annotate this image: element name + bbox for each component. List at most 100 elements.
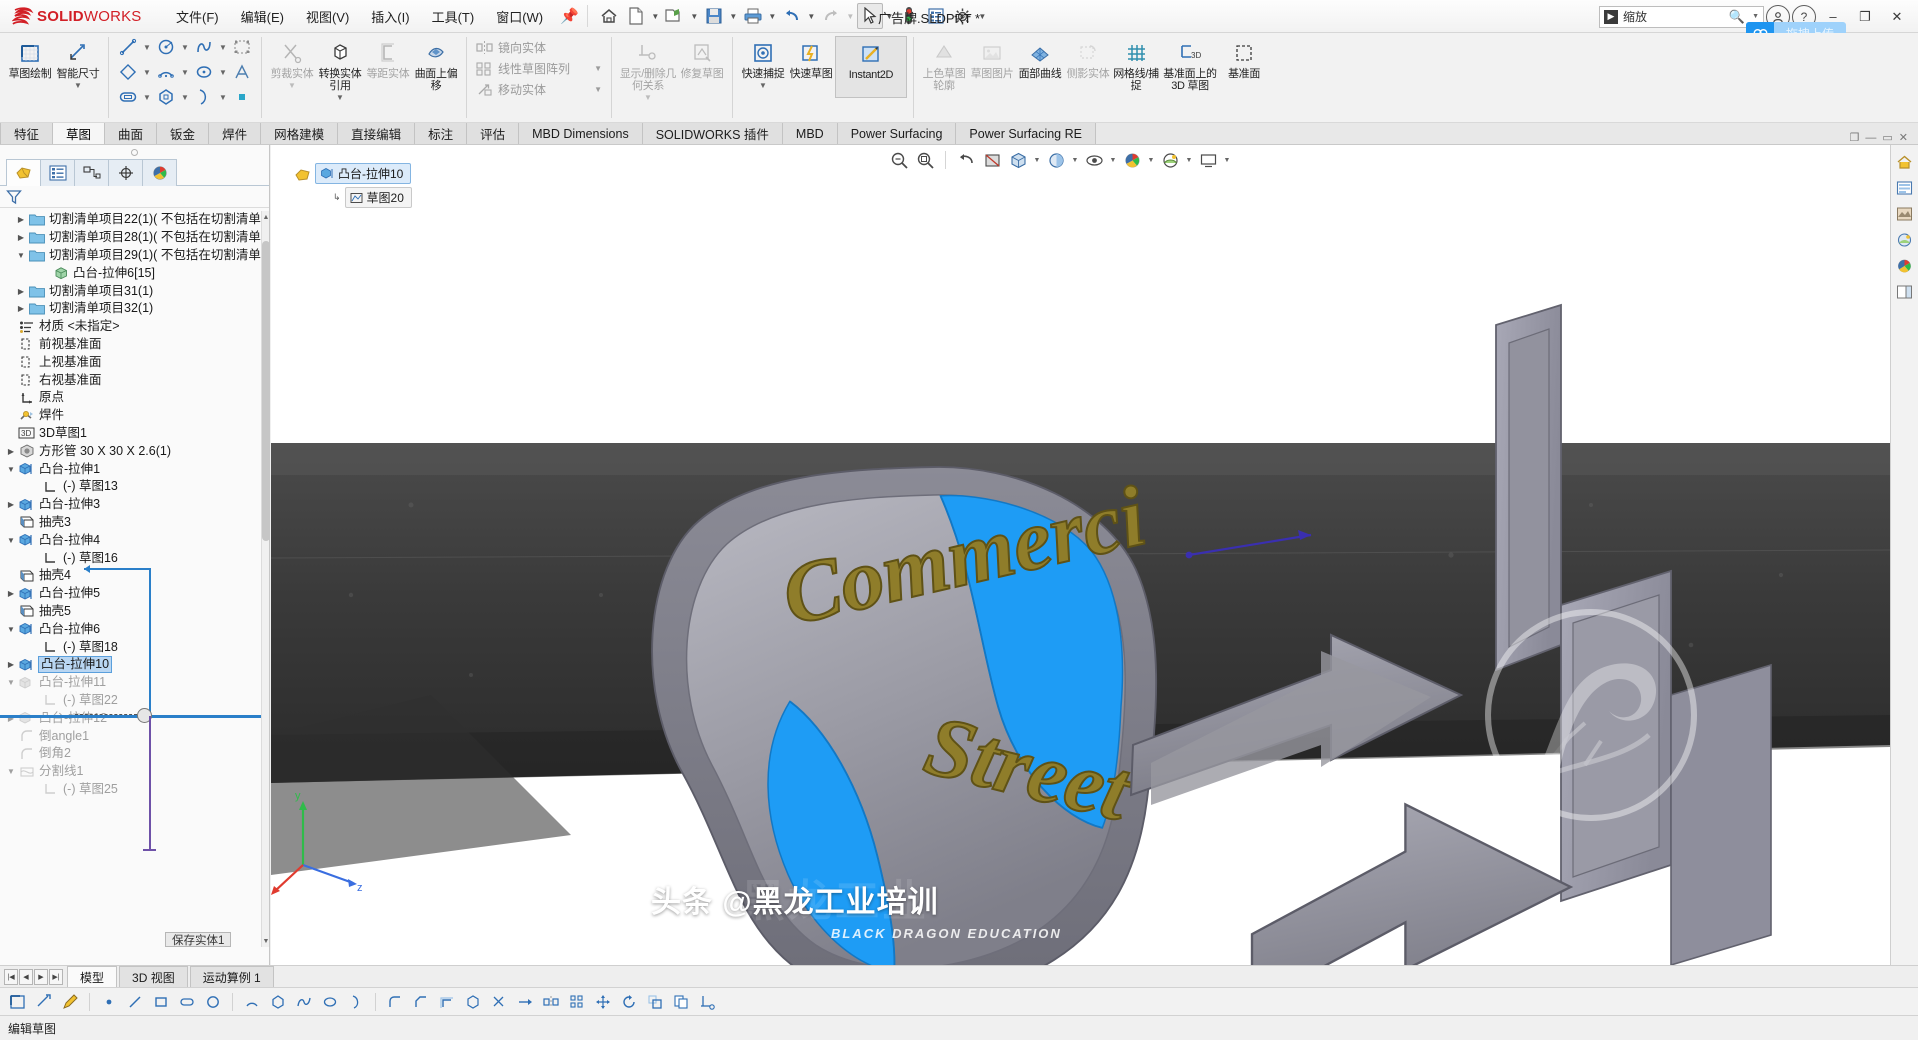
appearances-right-icon[interactable] [1894, 203, 1916, 225]
copy-bottom-icon[interactable] [669, 990, 693, 1014]
tab-solidworks-addins[interactable]: SOLIDWORKS 插件 [643, 123, 783, 144]
ellipse-bottom-icon[interactable] [318, 990, 342, 1014]
close-button[interactable]: ✕ [1882, 4, 1912, 30]
undo-caret[interactable]: ▼ [806, 4, 817, 28]
spline-bottom-icon[interactable] [292, 990, 316, 1014]
tree-row[interactable]: ▼ 凸台-拉伸11 [0, 674, 262, 692]
sketch-button[interactable]: 草图绘制 [6, 36, 54, 98]
tree-row[interactable]: 倒角2 [0, 745, 262, 763]
tab-weldments[interactable]: 焊件 [209, 123, 261, 144]
pin-icon[interactable]: 📌 [560, 7, 579, 25]
doc-maximize-icon[interactable]: ▭ [1882, 131, 1892, 144]
convert-entities-button[interactable]: 转换实体引用 ▼ [316, 36, 364, 102]
3d-sketch-on-plane-button[interactable]: 3D 基准面上的 3D 草图 [1160, 36, 1220, 98]
tab-mbd[interactable]: MBD [783, 123, 838, 144]
gear-settings-icon[interactable] [950, 3, 976, 29]
scroll-down-arrow[interactable]: ▼ [262, 935, 270, 947]
linear-sketch-pattern-item[interactable]: 线性草图阵列 ▼ [473, 59, 605, 78]
circle-caret[interactable]: ▼ [179, 35, 191, 59]
tree-row[interactable]: 上视基准面 [0, 353, 262, 371]
rectangle-icon[interactable] [115, 60, 141, 84]
sketch-picture-button[interactable]: 草图图片 [968, 36, 1016, 98]
expander-expanded[interactable]: ▼ [4, 465, 18, 474]
offset-on-surface-button[interactable]: 曲面上偏移 [412, 36, 460, 98]
relations-bottom-icon[interactable] [695, 990, 719, 1014]
gear-caret[interactable]: ▼ [977, 4, 988, 28]
view-settings-icon[interactable] [1196, 148, 1220, 172]
polygon-caret[interactable]: ▼ [179, 85, 191, 109]
trim-entities-button[interactable]: 剪裁实体 ▼ [268, 36, 316, 98]
parabola-caret[interactable]: ▼ [217, 85, 229, 109]
rectangle-bottom-icon[interactable] [149, 990, 173, 1014]
menu-window[interactable]: 窗口(W) [485, 3, 554, 30]
expander-collapsed[interactable]: ▶ [14, 287, 28, 296]
instant2d-button[interactable]: Instant2D [835, 36, 907, 98]
grid-snap-button[interactable]: 网格线/捕捉 [1112, 36, 1160, 98]
tree-row[interactable]: 前视基准面 [0, 336, 262, 354]
pattern-bottom-icon[interactable] [565, 990, 589, 1014]
hide-show-caret[interactable]: ▼ [1108, 148, 1118, 172]
nav-last-button[interactable]: ▶| [49, 969, 63, 985]
arc-caret[interactable]: ▼ [179, 60, 191, 84]
tree-row[interactable]: (-) 草图25 [0, 781, 262, 799]
sketch-text-A-icon[interactable] [229, 60, 255, 84]
plane-button[interactable]: 基准面 [1220, 36, 1268, 98]
fillet-bottom-icon[interactable] [383, 990, 407, 1014]
options-list-icon[interactable] [923, 3, 949, 29]
save-bodies-badge[interactable]: 保存实体1 [165, 932, 231, 947]
parabola-icon[interactable] [191, 85, 217, 109]
ellipse-caret[interactable]: ▼ [217, 60, 229, 84]
tree-row[interactable]: (-) 草图16 [0, 549, 262, 567]
offset-entities-button[interactable]: 等距实体 [364, 36, 412, 98]
expander-collapsed[interactable]: ▶ [4, 660, 18, 669]
tree-row-selected[interactable]: ▶ 凸台-拉伸10 [0, 656, 262, 674]
arc-bottom-icon[interactable] [240, 990, 264, 1014]
smart-dimension-bottom-icon[interactable] [32, 990, 56, 1014]
expander-collapsed[interactable]: ▶ [4, 500, 18, 509]
tree-row[interactable]: 右视基准面 [0, 371, 262, 389]
breadcrumb-item-boss-extrude10[interactable]: 凸台-拉伸10 [315, 163, 411, 184]
doc-close-icon[interactable]: ✕ [1899, 131, 1908, 144]
tab-features[interactable]: 特征 [0, 123, 53, 144]
move-entities-caret[interactable]: ▼ [594, 85, 602, 94]
dimxpert-manager-tab[interactable] [108, 159, 143, 186]
expander-expanded[interactable]: ▼ [4, 678, 18, 687]
apply-scene-icon[interactable] [1158, 148, 1182, 172]
property-manager-tab[interactable] [40, 159, 75, 186]
line-icon[interactable] [115, 35, 141, 59]
section-view-icon[interactable] [980, 148, 1004, 172]
menu-tools[interactable]: 工具(T) [421, 3, 486, 30]
undo-icon[interactable] [779, 3, 805, 29]
tree-row[interactable]: ▶ 凸台-拉伸3 [0, 496, 262, 514]
point-icon[interactable] [229, 85, 255, 109]
ellipse-icon[interactable] [191, 60, 217, 84]
line-caret[interactable]: ▼ [141, 35, 153, 59]
arc-icon[interactable] [153, 60, 179, 84]
nav-first-button[interactable]: |◀ [4, 969, 18, 985]
panel-resize-handle[interactable] [0, 145, 269, 159]
doc-minimize-icon[interactable]: — [1865, 132, 1876, 144]
move-entities-item[interactable]: 移动实体 ▼ [473, 80, 605, 99]
trim-caret[interactable]: ▼ [288, 81, 296, 90]
expander-expanded[interactable]: ▼ [4, 536, 18, 545]
bottom-tab-motion-study[interactable]: 运动算例 1 [190, 966, 274, 987]
expander-collapsed[interactable]: ▶ [14, 304, 28, 313]
menu-file[interactable]: 文件(F) [165, 3, 230, 30]
tree-row[interactable]: (-) 草图18 [0, 638, 262, 656]
tree-row[interactable]: (-) 草图22 [0, 692, 262, 710]
sketch-entity-icon[interactable] [6, 990, 30, 1014]
tree-row[interactable]: 倒angle1 [0, 727, 262, 745]
view-orientation-caret[interactable]: ▼ [1032, 148, 1042, 172]
mirror-bottom-icon[interactable] [539, 990, 563, 1014]
smart-dimension-button[interactable]: 智能尺寸 ▼ [54, 36, 102, 98]
rebuild-traffic-light-icon[interactable] [896, 3, 922, 29]
circle-icon[interactable] [153, 35, 179, 59]
bottom-tab-3d-views[interactable]: 3D 视图 [119, 966, 188, 987]
new-document-caret[interactable]: ▼ [650, 4, 661, 28]
open-caret[interactable]: ▼ [689, 4, 700, 28]
view-orientation-icon[interactable] [1006, 148, 1030, 172]
task-pane-icon[interactable] [1894, 281, 1916, 303]
search-caret[interactable]: ▼ [1752, 13, 1759, 20]
expander-expanded[interactable]: ▼ [4, 625, 18, 634]
quick-snaps-button[interactable]: 快速捕捉 ▼ [739, 36, 787, 98]
